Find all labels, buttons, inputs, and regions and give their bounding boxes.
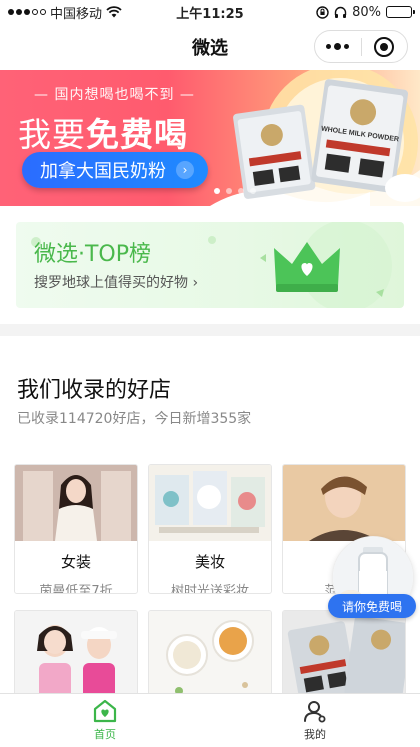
battery-percent: 80% [352, 4, 381, 20]
banner-tagline: — 国内想喝也喝不到 — [34, 87, 195, 103]
pagination-dot [250, 188, 256, 194]
orientation-lock-icon [316, 5, 329, 19]
close-program-button[interactable] [362, 31, 408, 62]
tab-profile[interactable]: 我的 [210, 694, 420, 747]
crown-icon [274, 242, 340, 292]
tab-profile-label: 我的 [304, 728, 326, 741]
home-heart-icon [93, 699, 117, 723]
wifi-icon [106, 6, 122, 18]
milk-image [283, 611, 405, 693]
tea-image [149, 611, 271, 693]
headline-light: 我要 [18, 115, 86, 154]
shops-title: 我们收录的好店 [17, 378, 172, 403]
headphones-icon [334, 6, 347, 18]
headline-bold: 免费喝 [86, 115, 188, 154]
more-button[interactable] [315, 31, 361, 62]
shop-tile-beauty[interactable]: 美妆 树时光送彩妆 [148, 464, 272, 594]
tile-name: 美妆 [194, 553, 225, 571]
promo-banner[interactable]: WHOLE MILK POWDER — 国内想喝也喝不到 — 我要免费喝 加拿大… [0, 70, 420, 206]
banner-headline: 我要免费喝 [18, 108, 188, 156]
tab-bar: 首页 我的 [0, 693, 420, 747]
celebrity-image [283, 465, 405, 541]
tile-desc: 树时光送彩妆 [170, 584, 249, 594]
tile-name: 女装 [60, 553, 91, 571]
status-left: 中国移动 [8, 3, 316, 22]
tab-home[interactable]: 首页 [0, 694, 210, 747]
carrier-label: 中国移动 [50, 6, 103, 22]
top-list-section: 微选·TOP榜 搜罗地球上值得买的好物 › [0, 206, 420, 324]
cta-label: 加拿大国民奶粉 [40, 161, 166, 182]
pagination-dot [214, 188, 220, 194]
status-right: 80% [316, 4, 415, 20]
signal-strength-icon [8, 9, 46, 15]
battery-icon [386, 6, 415, 18]
close-target-icon [374, 36, 395, 57]
top-list-card[interactable]: 微选·TOP榜 搜罗地球上值得买的好物 › [16, 222, 404, 308]
top-list-title: 微选·TOP榜 [34, 242, 152, 267]
shop-tile-womenswear[interactable]: 女装 茵曼低至7折 [14, 464, 138, 594]
chevron-right-icon: › [176, 161, 194, 179]
shop-tile-tea[interactable] [148, 610, 272, 693]
pagination-dot [238, 188, 244, 194]
shops-subtitle: 已收录114720好店，今日新增355家 [17, 411, 252, 427]
milk-powder-art: WHOLE MILK POWDER [210, 70, 420, 206]
tile-desc: 茵曼低至7折 [39, 584, 113, 594]
status-bar: 中国移动 上午11:25 80% [0, 0, 420, 24]
shops-section: 我们收录的好店 已收录114720好店，今日新增355家 女装 茵曼低至7折 美… [0, 336, 420, 693]
tab-home-label: 首页 [94, 728, 116, 741]
beauty-image [149, 465, 271, 541]
pagination-dot [226, 188, 232, 194]
banner-cta-button[interactable]: 加拿大国民奶粉 › [22, 152, 208, 188]
person-icon [304, 701, 326, 723]
kids-image [15, 611, 137, 693]
more-dots-icon [326, 43, 350, 50]
nav-bar: 微选 [0, 24, 420, 70]
page-title: 微选 [192, 38, 228, 59]
mini-program-capsule [314, 30, 408, 63]
banner-pagination [214, 188, 256, 194]
top-list-subtitle: 搜罗地球上值得买的好物 › [34, 275, 199, 291]
shop-tile-milk[interactable] [282, 610, 406, 693]
womenswear-image [15, 465, 137, 541]
shop-tile-kids[interactable] [14, 610, 138, 693]
free-drink-tag-button[interactable]: 请你免费喝 [328, 594, 416, 618]
